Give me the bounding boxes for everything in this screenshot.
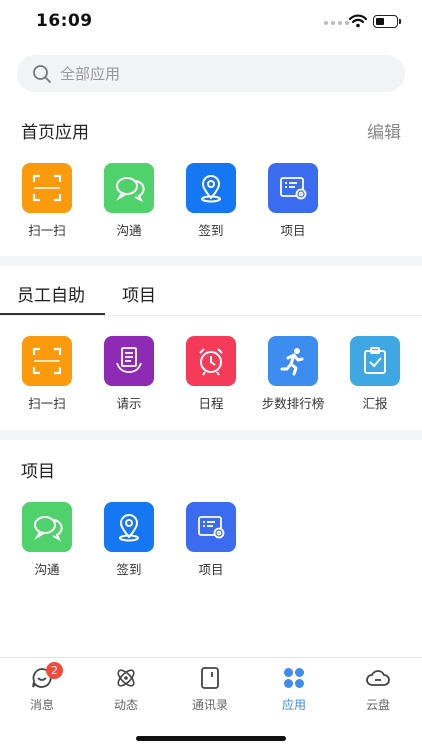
scan-icon: [22, 336, 72, 386]
home-apps-title: 首页应用: [21, 123, 89, 143]
app-label: 沟通: [34, 562, 60, 577]
app-scan[interactable]: 扫一扫: [6, 163, 88, 239]
tab-project[interactable]: 项目: [122, 281, 156, 306]
app-label: 汇报: [362, 396, 388, 411]
app-schedule[interactable]: 日程: [170, 336, 252, 412]
app-label: 扫一扫: [28, 223, 66, 238]
project-apps-grid: 沟通 签到 项目: [0, 502, 422, 582]
app-label: 日程: [198, 396, 224, 411]
app-label: 扫一扫: [28, 396, 66, 411]
section-divider: [0, 256, 422, 266]
nav-apps[interactable]: 应用: [252, 666, 336, 713]
app-request[interactable]: 请示: [88, 336, 170, 412]
atom-icon: [117, 669, 135, 687]
clipboard-check-icon: [350, 336, 400, 386]
running-man-icon: [268, 336, 318, 386]
app-checkin[interactable]: 签到: [170, 163, 252, 239]
tab-bar: 员工自助 项目: [0, 268, 422, 316]
app-label: 项目: [280, 223, 306, 238]
app-label: 沟通: [116, 223, 142, 238]
location-pin-icon: [186, 163, 236, 213]
chat-icon: [22, 502, 72, 552]
home-indicator: [136, 736, 286, 741]
status-time: 16:09: [36, 11, 93, 31]
status-bar: 16:09: [0, 0, 422, 46]
project-settings-icon: [186, 502, 236, 552]
app-project[interactable]: 项目: [252, 163, 334, 239]
active-tab-indicator: [0, 313, 105, 315]
nav-label: 云盘: [365, 698, 390, 712]
scan-icon: [22, 163, 72, 213]
alarm-clock-icon: [186, 336, 236, 386]
app-chat[interactable]: 沟通: [6, 502, 88, 578]
search-icon: [33, 64, 51, 83]
nav-label: 消息: [29, 698, 54, 712]
cloud-icon: [366, 670, 390, 686]
apps-grid-icon: [284, 668, 304, 688]
nav-label: 应用: [281, 698, 306, 712]
nav-messages[interactable]: 2 消息: [0, 662, 84, 713]
nav-label: 动态: [113, 698, 138, 712]
app-chat[interactable]: 沟通: [88, 163, 170, 239]
location-pin-icon: [104, 502, 154, 552]
nav-label: 通讯录: [191, 698, 228, 712]
app-label: 签到: [116, 562, 142, 577]
app-label: 项目: [198, 562, 224, 577]
search-input[interactable]: [60, 64, 360, 83]
project-settings-icon: [268, 163, 318, 213]
unread-badge: 2: [46, 662, 63, 679]
request-document-icon: [104, 336, 154, 386]
search-bar[interactable]: [17, 55, 405, 92]
app-label: 签到: [198, 223, 224, 238]
nav-feed[interactable]: 动态: [84, 666, 168, 713]
edit-button[interactable]: 编辑: [367, 118, 401, 143]
nav-contacts[interactable]: 通讯录: [168, 666, 252, 713]
cellular-signal-icon: [324, 21, 349, 25]
contacts-book-icon: [201, 667, 219, 689]
app-scan[interactable]: 扫一扫: [6, 336, 88, 412]
home-apps-grid: 扫一扫 沟通 签到 项目: [0, 163, 422, 243]
app-report[interactable]: 汇报: [334, 336, 416, 412]
chat-icon: [104, 163, 154, 213]
app-label: 请示: [116, 396, 142, 411]
wifi-icon: [349, 14, 367, 28]
app-checkin[interactable]: 签到: [88, 502, 170, 578]
app-step-ranking[interactable]: 步数排行榜: [252, 336, 334, 412]
battery-icon: [373, 15, 401, 28]
app-project[interactable]: 项目: [170, 502, 252, 578]
app-label: 步数排行榜: [261, 396, 325, 411]
nav-cloud-drive[interactable]: 云盘: [336, 666, 420, 713]
project-apps-title: 项目: [21, 462, 55, 482]
self-service-apps-grid: 扫一扫 请示 日程 步数排行榜 汇报: [0, 336, 422, 416]
tab-self-service[interactable]: 员工自助: [17, 281, 85, 306]
section-divider: [0, 430, 422, 440]
